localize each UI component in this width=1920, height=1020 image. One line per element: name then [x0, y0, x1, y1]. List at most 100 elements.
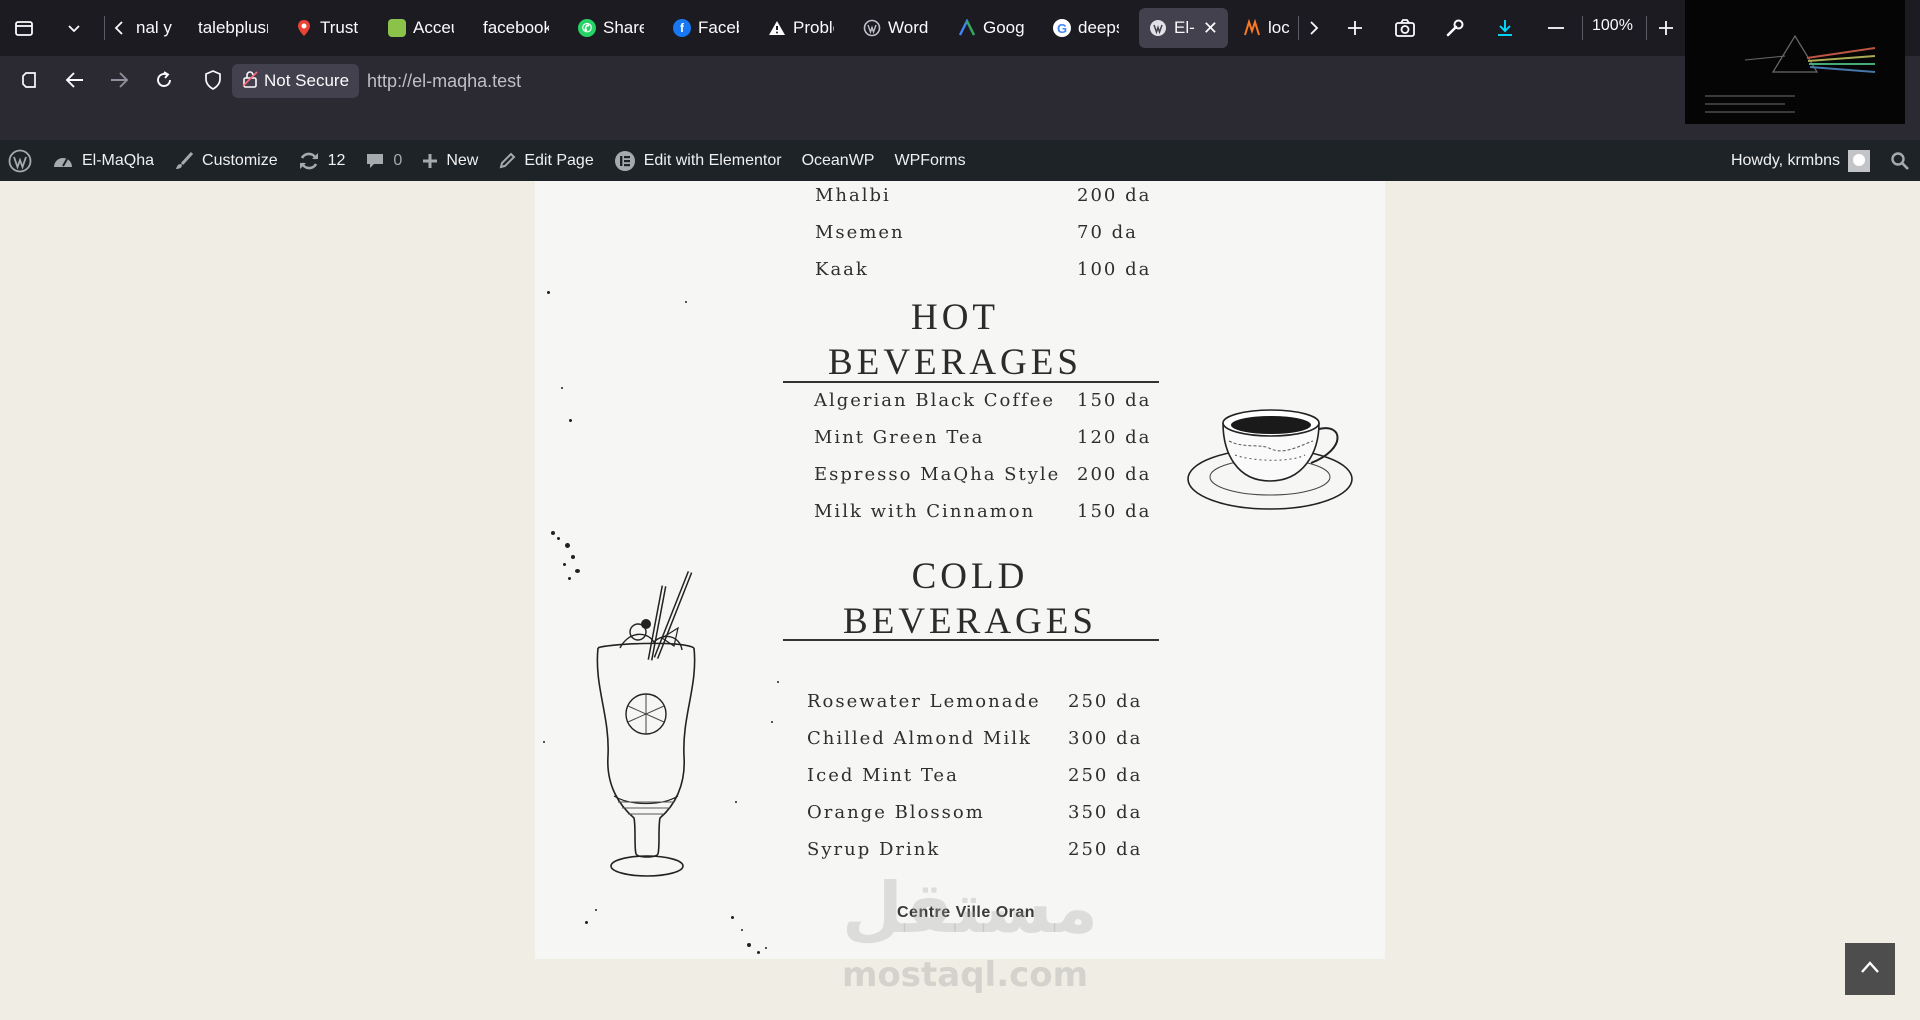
- ink-speck: [731, 916, 734, 919]
- menu-item-price: 70 da: [1077, 222, 1138, 243]
- tab-item[interactable]: WordP: [853, 8, 939, 48]
- tab-separator: [1298, 16, 1299, 40]
- ink-speck: [561, 387, 563, 389]
- my-account-menu[interactable]: Howdy, krmbns: [1721, 140, 1880, 181]
- tab-label: deeps: [1078, 18, 1119, 37]
- scroll-tabs-right-icon[interactable]: [1300, 10, 1328, 46]
- tracking-shield-icon[interactable]: [204, 70, 222, 95]
- tab-item[interactable]: nal y: [132, 8, 182, 48]
- zoom-out-icon[interactable]: [1538, 10, 1574, 46]
- new-label: New: [446, 151, 479, 169]
- updates-count: 12: [327, 151, 346, 169]
- whatsapp-icon: ✆: [578, 19, 596, 37]
- tab-label: Trust l: [320, 18, 361, 37]
- section-title-line: BEVERAGES: [828, 342, 1082, 383]
- site-name-label: El-MaQha: [82, 151, 155, 169]
- ink-speck: [547, 291, 550, 294]
- section-title-line: BEVERAGES: [843, 601, 1097, 642]
- broken-lock-icon: [242, 70, 258, 93]
- menu-item-name: Msemen: [815, 222, 905, 243]
- firefox-view-icon[interactable]: [6, 10, 42, 46]
- menu-item-price: 200 da: [1077, 464, 1152, 485]
- chevron-up-icon: [1860, 960, 1880, 979]
- url-text[interactable]: http://el-maqha.test: [367, 71, 521, 92]
- menu-item-name: Milk with Cinnamon: [814, 501, 1036, 522]
- tab-item[interactable]: loca: [1233, 8, 1299, 48]
- wpforms-menu[interactable]: WPForms: [884, 140, 975, 181]
- comment-bubble-icon: [365, 152, 385, 170]
- section-title-cold: COLD BEVERAGES: [780, 554, 1160, 644]
- tab-item[interactable]: Proble: [758, 8, 844, 48]
- wp-logo-menu[interactable]: [0, 140, 42, 181]
- menu-item-name: Orange Blossom: [807, 802, 985, 823]
- admin-search[interactable]: [1880, 140, 1920, 181]
- tab-item[interactable]: G deeps: [1043, 8, 1129, 48]
- menu-item-price: 200 da: [1077, 185, 1152, 206]
- tab-item[interactable]: Acceu: [378, 8, 464, 48]
- customize-label: Customize: [202, 151, 278, 169]
- tab-item[interactable]: ✆ Share: [568, 8, 654, 48]
- menu-item-price: 250 da: [1068, 765, 1143, 786]
- reload-icon[interactable]: [146, 62, 182, 98]
- new-tab-icon[interactable]: [1337, 10, 1373, 46]
- download-icon[interactable]: [1487, 10, 1523, 46]
- menu-item-price: 150 da: [1077, 390, 1152, 411]
- menu-item-price: 100 da: [1077, 259, 1152, 280]
- wordpress-icon: [863, 19, 881, 37]
- menu-item-name: Espresso MaQha Style: [814, 464, 1061, 485]
- menu-item-price: 250 da: [1068, 839, 1143, 860]
- tab-list-chevron-icon[interactable]: [56, 10, 92, 46]
- edit-page-label: Edit Page: [524, 151, 594, 169]
- tab-label: Googl: [983, 18, 1024, 37]
- updates-link[interactable]: 12: [288, 140, 356, 181]
- back-arrow-icon[interactable]: [57, 62, 93, 98]
- tab-item[interactable]: facebook.c: [473, 8, 559, 48]
- ink-speck: [565, 543, 570, 548]
- ink-speck: [777, 681, 779, 683]
- section-divider: [783, 381, 1159, 383]
- zoom-in-icon[interactable]: [1648, 10, 1684, 46]
- tab-item[interactable]: Googl: [948, 8, 1034, 48]
- wrench-icon[interactable]: [1437, 10, 1473, 46]
- tab-item[interactable]: f Facebo: [663, 8, 749, 48]
- tab-item-active[interactable]: El-M ✕: [1139, 8, 1228, 48]
- close-tab-icon[interactable]: ✕: [1203, 18, 1218, 39]
- customize-link[interactable]: Customize: [164, 140, 288, 181]
- tab-label: facebook.c: [483, 18, 549, 37]
- comments-count: 0: [393, 151, 403, 169]
- comments-link[interactable]: 0: [355, 140, 412, 181]
- screenshot-camera-icon[interactable]: [1387, 10, 1423, 46]
- site-name-menu[interactable]: El-MaQha: [42, 140, 164, 181]
- sidebar-toggle-icon[interactable]: [12, 62, 48, 98]
- ink-speck: [551, 531, 555, 535]
- ink-speck: [757, 951, 760, 954]
- zoom-level[interactable]: 100%: [1592, 17, 1633, 35]
- ink-speck: [585, 921, 588, 924]
- ink-speck: [543, 741, 545, 743]
- edit-with-elementor-link[interactable]: Edit with Elementor: [604, 140, 792, 181]
- url-bar[interactable]: Not Secure http://el-maqha.test: [196, 62, 1676, 100]
- forward-arrow-icon[interactable]: [101, 62, 137, 98]
- facebook-icon: f: [673, 19, 691, 37]
- tab-item[interactable]: talebplusn: [188, 8, 278, 48]
- menu-item-name: Mint Green Tea: [814, 427, 985, 448]
- ink-speck: [765, 947, 767, 949]
- howdy-label: Howdy, krmbns: [1730, 151, 1840, 169]
- watermark-logo-latin: mostaql.com: [842, 955, 1089, 995]
- ink-speck: [685, 301, 687, 303]
- oceanwp-menu[interactable]: OceanWP: [792, 140, 885, 181]
- menu-item-name: Mhalbi: [815, 185, 891, 206]
- updates-refresh-icon: [298, 151, 320, 171]
- scroll-tabs-left-icon[interactable]: [106, 10, 132, 46]
- not-secure-badge[interactable]: Not Secure: [232, 64, 360, 98]
- menu-item-name: Syrup Drink: [807, 839, 941, 860]
- media-preview-thumbnail[interactable]: [1685, 0, 1905, 124]
- new-content-menu[interactable]: New: [412, 140, 488, 181]
- map-pin-icon: [295, 19, 313, 37]
- menu-item-name: Chilled Almond Milk: [807, 728, 1032, 749]
- section-divider: [783, 639, 1159, 641]
- wordpress-icon: [1149, 19, 1167, 37]
- scroll-to-top-button[interactable]: [1845, 943, 1895, 995]
- tab-item[interactable]: Trust l: [285, 8, 371, 48]
- edit-page-link[interactable]: Edit Page: [488, 140, 603, 181]
